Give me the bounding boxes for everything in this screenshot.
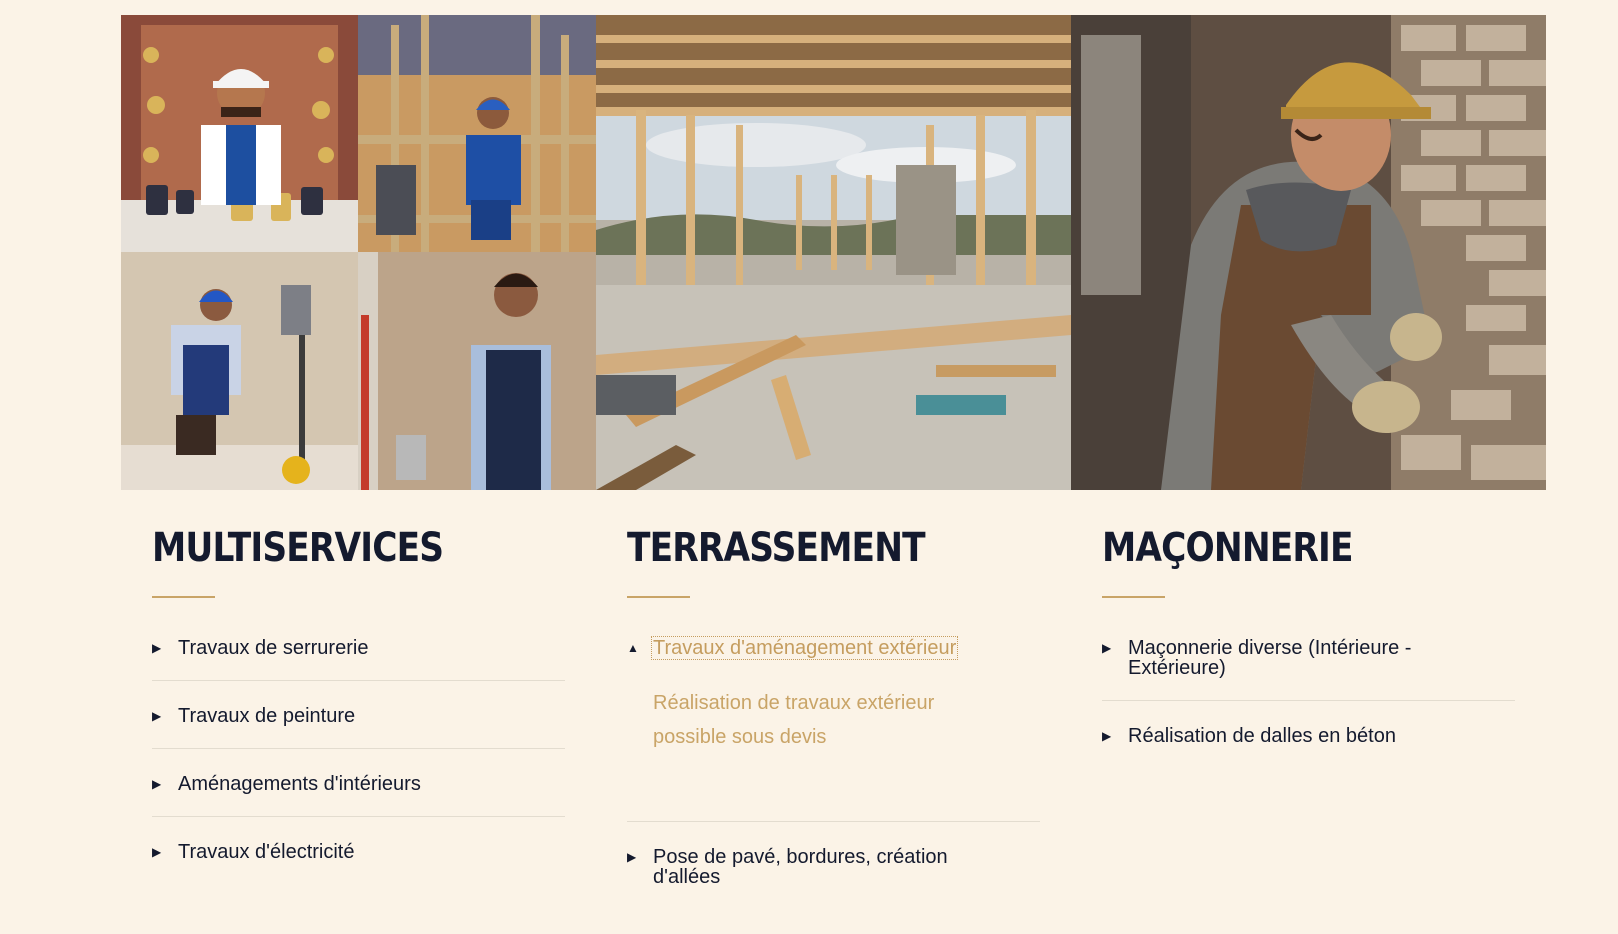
accordion-item-label[interactable]: Aménagements d'intérieurs [178, 774, 421, 794]
accordion: ▶ Maçonnerie diverse (Intérieure - Extér… [1102, 638, 1515, 768]
caret-right-icon: ▶ [1102, 641, 1112, 655]
accordion-item-label[interactable]: Travaux de peinture [178, 706, 355, 726]
title-underline [627, 596, 690, 598]
multiservices-column: MULTISERVICES ▶ Travaux de serrurerie ▶ … [152, 522, 565, 909]
accordion-panel-text: Réalisation de travaux extérieur possibl… [653, 692, 935, 748]
accordion: ▶ Travaux de serrurerie ▶ Travaux de pei… [152, 638, 565, 884]
accordion-item-label[interactable]: Réalisation de dalles en béton [1128, 726, 1396, 746]
caret-right-icon: ▶ [152, 845, 162, 859]
accordion-item-maconnerie-diverse[interactable]: ▶ Maçonnerie diverse (Intérieure - Extér… [1102, 638, 1515, 701]
terrassement-column: TERRASSEMENT ▲ Travaux d'aménagement ext… [627, 522, 1040, 934]
multiservices-collage-image [121, 15, 596, 490]
caret-right-icon: ▶ [152, 709, 162, 723]
title-underline [1102, 596, 1165, 598]
caret-up-icon: ▲ [627, 641, 639, 655]
column-title: MULTISERVICES [152, 525, 444, 571]
caret-right-icon: ▶ [1102, 729, 1112, 743]
column-title: MAÇONNERIE [1102, 525, 1353, 571]
accordion-item-label[interactable]: Maçonnerie diverse (Intérieure - Extérie… [1128, 638, 1448, 678]
accordion-item-dalles-beton[interactable]: ▶ Réalisation de dalles en béton [1102, 726, 1515, 768]
maconnerie-column: MAÇONNERIE ▶ Maçonnerie diverse (Intérie… [1102, 522, 1515, 793]
accordion-item-label[interactable]: Pose de pavé, bordures, création d'allée… [653, 847, 973, 887]
accordion-item-amenagements-interieurs[interactable]: ▶ Aménagements d'intérieurs [152, 774, 565, 817]
accordion-item-serrurerie[interactable]: ▶ Travaux de serrurerie [152, 638, 565, 681]
accordion-item-amenagement-exterieur[interactable]: ▲ Travaux d'aménagement extérieur Réalis… [627, 636, 1040, 822]
accordion-item-label[interactable]: Travaux de serrurerie [178, 638, 368, 658]
accordion-item-peinture[interactable]: ▶ Travaux de peinture [152, 706, 565, 749]
accordion: ▲ Travaux d'aménagement extérieur Réalis… [627, 636, 1040, 909]
title-underline [152, 596, 215, 598]
caret-right-icon: ▶ [627, 850, 637, 864]
accordion-item-label[interactable]: Travaux d'aménagement extérieur [650, 636, 959, 660]
timber-framing-site-image [596, 15, 1071, 490]
column-title: TERRASSEMENT [627, 525, 926, 571]
accordion-item-pose-pave[interactable]: ▶ Pose de pavé, bordures, création d'all… [627, 847, 1040, 909]
caret-right-icon: ▶ [152, 641, 162, 655]
caret-right-icon: ▶ [152, 777, 162, 791]
accordion-item-label[interactable]: Travaux d'électricité [178, 842, 354, 862]
bricklayer-image [1071, 15, 1546, 490]
accordion-item-electricite[interactable]: ▶ Travaux d'électricité [152, 842, 565, 884]
